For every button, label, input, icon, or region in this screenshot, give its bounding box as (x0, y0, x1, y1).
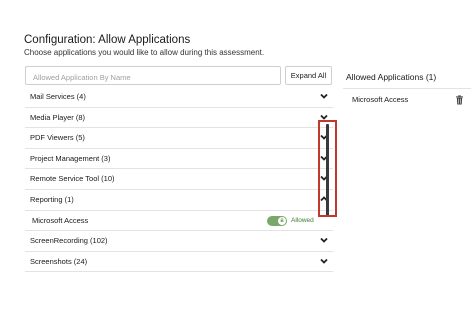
allow-toggle[interactable] (267, 215, 287, 226)
search-field[interactable] (25, 66, 281, 86)
trash-icon[interactable] (455, 95, 464, 105)
category-label: Remote Service Tool (10) (30, 174, 115, 184)
category-row-media-player[interactable]: Media Player (8) (25, 108, 333, 129)
chevron-down-icon[interactable] (319, 91, 329, 101)
category-label: ScreenRecording (102) (30, 236, 108, 246)
category-list: Mail Services (4) Media Player (8) PDF V… (25, 87, 333, 273)
category-label: Project Management (3) (30, 153, 111, 163)
category-label: Reporting (1) (30, 194, 74, 204)
category-row-screenrecording[interactable]: ScreenRecording (102) (25, 231, 333, 252)
highlight-box (318, 120, 337, 217)
app-row-microsoft-access: Microsoft Access Allowed (25, 211, 333, 232)
category-label: Screenshots (24) (30, 256, 88, 266)
category-label: Mail Services (4) (30, 92, 86, 101)
app-label: Microsoft Access (32, 215, 89, 225)
category-row-screenshots[interactable]: Screenshots (24) (25, 252, 333, 273)
allowed-app-item: Microsoft Access (352, 95, 409, 104)
category-label: Media Player (8) (30, 112, 86, 122)
search-input[interactable] (26, 69, 280, 86)
category-row-pdf-viewers[interactable]: PDF Viewers (5) (25, 128, 333, 149)
category-row-project-management[interactable]: Project Management (3) (25, 149, 333, 170)
lock-icon (281, 218, 284, 222)
expand-all-button[interactable]: Expand All (285, 66, 332, 85)
category-row-remote-service-tool[interactable]: Remote Service Tool (10) (25, 169, 333, 190)
chevron-down-icon[interactable] (319, 235, 329, 245)
category-row-reporting[interactable]: Reporting (1) (25, 190, 333, 211)
allowed-status: Allowed (291, 216, 314, 224)
divider (343, 88, 471, 89)
allowed-panel-title: Allowed Applications (1) (346, 72, 437, 82)
category-label: PDF Viewers (5) (30, 133, 85, 143)
chevron-down-icon[interactable] (319, 256, 329, 266)
category-row-mail-services[interactable]: Mail Services (4) (25, 87, 333, 108)
page-subtitle: Choose applications you would like to al… (24, 48, 265, 57)
page-title: Configuration: Allow Applications (24, 34, 191, 46)
